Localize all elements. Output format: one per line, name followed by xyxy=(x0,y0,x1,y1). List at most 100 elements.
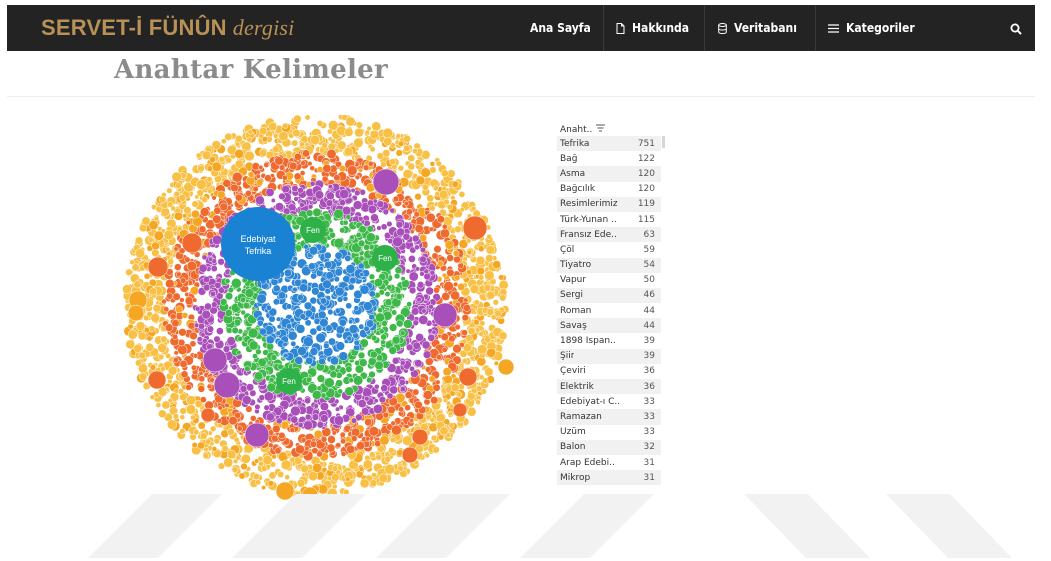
bubble-blue[interactable] xyxy=(349,276,357,285)
bubble-orange[interactable] xyxy=(299,170,306,176)
bubble-yellow[interactable] xyxy=(182,213,188,219)
bubble-green[interactable] xyxy=(369,350,378,359)
bubble-blue[interactable] xyxy=(299,283,309,293)
bubble-yellow[interactable] xyxy=(316,120,324,127)
bubble-yellow[interactable] xyxy=(459,206,465,213)
bubble-orange[interactable] xyxy=(324,448,330,454)
bubble-orange[interactable] xyxy=(346,444,356,454)
bubble-orange[interactable] xyxy=(289,427,296,433)
bubble-orange[interactable] xyxy=(294,152,302,161)
table-row[interactable]: Tiyatro 54 xyxy=(557,257,661,273)
bubble-green[interactable] xyxy=(244,288,255,298)
bubble-yellow[interactable] xyxy=(499,294,507,302)
bubble-green[interactable] xyxy=(316,385,323,392)
bubble-purple[interactable] xyxy=(297,422,304,429)
bubble-purple[interactable] xyxy=(222,345,231,353)
bubble-orange[interactable] xyxy=(358,167,364,173)
bubble-blue[interactable] xyxy=(345,302,353,310)
bubble-orange[interactable] xyxy=(163,306,170,313)
bubble-purple[interactable] xyxy=(357,216,364,222)
bubble-orange[interactable] xyxy=(263,162,270,168)
bubble-green[interactable] xyxy=(384,291,391,298)
bubble-green[interactable] xyxy=(368,370,376,379)
bubble-yellow[interactable] xyxy=(158,409,167,419)
bubble-yellow[interactable] xyxy=(439,426,449,436)
bubble-yellow[interactable] xyxy=(388,447,395,454)
bubble-fen-1[interactable]: Fen xyxy=(300,217,326,243)
bubble-yellow[interactable] xyxy=(446,203,454,211)
bubble-green[interactable] xyxy=(391,309,398,316)
bubble-yellow[interactable] xyxy=(328,120,339,131)
bubble-orange[interactable] xyxy=(165,278,175,289)
bubble-green[interactable] xyxy=(241,331,248,338)
bubble-yellow[interactable] xyxy=(354,127,364,138)
bubble-blue[interactable] xyxy=(311,287,320,296)
bubble-yellow[interactable] xyxy=(482,377,489,384)
bubble-blue[interactable] xyxy=(305,356,314,365)
bubble-blue[interactable] xyxy=(256,293,267,304)
bubble-blue[interactable] xyxy=(278,291,286,300)
bubble-green[interactable] xyxy=(386,284,393,291)
bubble-yellow[interactable] xyxy=(171,171,182,183)
bubble-orange[interactable] xyxy=(172,333,179,340)
bubble-green[interactable] xyxy=(254,371,263,381)
bubble-yellow[interactable] xyxy=(191,200,199,208)
bubble-large[interactable] xyxy=(147,370,167,390)
bubble-blue[interactable] xyxy=(292,286,298,293)
bubble-blue[interactable] xyxy=(358,323,365,330)
bubble-purple[interactable] xyxy=(258,394,266,401)
bubble-orange[interactable] xyxy=(322,164,332,173)
bubble-orange[interactable] xyxy=(181,312,189,319)
bubble-yellow[interactable] xyxy=(391,163,398,170)
bubble-purple[interactable] xyxy=(419,246,427,253)
bubble-blue[interactable] xyxy=(297,346,307,356)
bubble-green[interactable] xyxy=(329,231,336,239)
bubble-yellow[interactable] xyxy=(362,459,373,470)
table-row[interactable]: Resimlerimiz 119 xyxy=(557,196,661,212)
bubble-green[interactable] xyxy=(358,358,368,367)
bubble-green[interactable] xyxy=(285,214,293,222)
bubble-yellow[interactable] xyxy=(143,273,151,280)
bubble-yellow[interactable] xyxy=(492,260,502,269)
bubble-large[interactable] xyxy=(244,422,270,448)
bubble-green[interactable] xyxy=(249,282,255,288)
bubble-green[interactable] xyxy=(344,386,354,397)
bubble-blue[interactable] xyxy=(325,271,334,280)
bubble-yellow[interactable] xyxy=(479,320,486,327)
bubble-purple[interactable] xyxy=(320,414,329,423)
bubble-purple[interactable] xyxy=(265,187,275,197)
bubble-purple[interactable] xyxy=(382,208,389,215)
bubble-orange[interactable] xyxy=(461,313,469,322)
bubble-yellow[interactable] xyxy=(375,453,382,461)
scrollbar[interactable] xyxy=(662,136,665,148)
bubble-blue[interactable] xyxy=(265,304,272,311)
bubble-yellow[interactable] xyxy=(293,115,302,124)
bubble-blue[interactable] xyxy=(359,284,370,295)
bubble-large[interactable] xyxy=(372,168,400,196)
bubble-yellow[interactable] xyxy=(158,195,167,204)
bubble-green[interactable] xyxy=(368,273,376,280)
bubble-green[interactable] xyxy=(335,379,343,388)
bubble-yellow[interactable] xyxy=(402,435,413,446)
bubble-yellow[interactable] xyxy=(125,339,136,350)
bubble-orange[interactable] xyxy=(362,164,370,171)
bubble-purple[interactable] xyxy=(304,413,312,421)
bubble-orange[interactable] xyxy=(191,209,200,219)
bubble-yellow[interactable] xyxy=(206,176,213,183)
bubble-purple[interactable] xyxy=(263,391,274,402)
bubble-green[interactable] xyxy=(406,301,413,308)
bubble-yellow[interactable] xyxy=(131,263,140,272)
bubble-purple[interactable] xyxy=(389,207,396,214)
bubble-purple[interactable] xyxy=(335,406,341,412)
bubble-orange[interactable] xyxy=(435,379,441,385)
bubble-yellow[interactable] xyxy=(179,414,186,420)
bubble-purple[interactable] xyxy=(263,404,270,411)
bubble-green[interactable] xyxy=(358,255,365,262)
bubble-purple[interactable] xyxy=(415,333,424,342)
bubble-yellow[interactable] xyxy=(343,146,354,157)
bubble-yellow[interactable] xyxy=(196,179,207,190)
bubble-green[interactable] xyxy=(337,388,344,395)
bubble-yellow[interactable] xyxy=(456,391,463,398)
bubble-orange[interactable] xyxy=(199,207,210,217)
bubble-blue[interactable] xyxy=(348,319,354,325)
